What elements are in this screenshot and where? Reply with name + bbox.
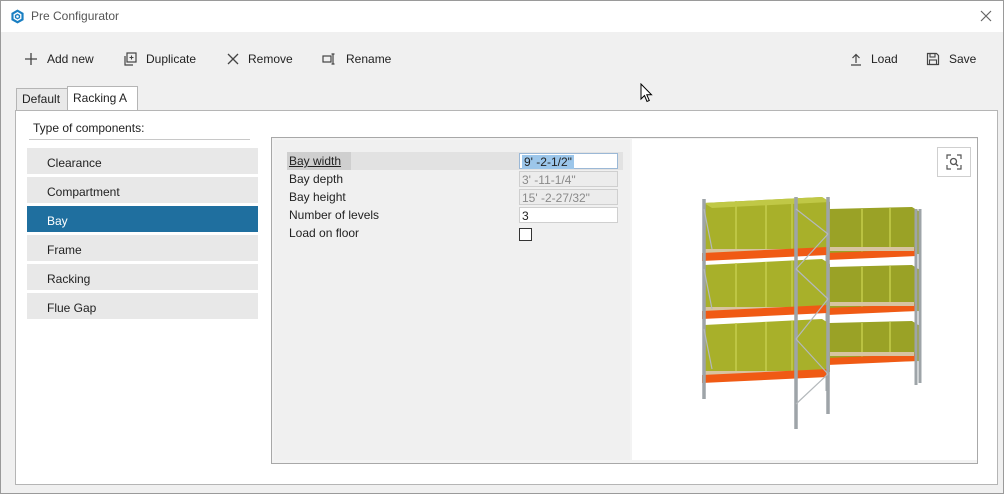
- pre-configurator-window: Pre Configurator Add new Duplicate Remov…: [0, 0, 1004, 494]
- load-on-floor-checkbox[interactable]: [519, 228, 532, 241]
- duplicate-icon: [124, 52, 137, 66]
- rename-icon: [322, 53, 335, 65]
- remove-button[interactable]: Remove: [227, 49, 293, 69]
- tab-racking-a[interactable]: Racking A: [67, 86, 138, 110]
- close-icon[interactable]: [977, 7, 995, 25]
- remove-label: Remove: [248, 52, 293, 66]
- rename-button[interactable]: Rename: [322, 49, 391, 69]
- load-button[interactable]: Load: [850, 49, 898, 69]
- x-icon: [227, 53, 239, 65]
- bay-depth-label: Bay depth: [289, 172, 344, 186]
- bay-height-input: 15' -2-27/32": [519, 189, 618, 205]
- duplicate-label: Duplicate: [146, 52, 197, 66]
- bay-depth-input: 3' -11-1/4": [519, 171, 618, 187]
- mouse-cursor-icon: [640, 83, 653, 103]
- front-bay-loads: [704, 197, 830, 375]
- property-row-load-on-floor: Load on floor: [287, 224, 623, 242]
- save-button[interactable]: Save: [926, 49, 976, 69]
- component-item-racking[interactable]: Racking: [27, 264, 258, 290]
- tab-racking-a-label: Racking A: [73, 91, 128, 105]
- component-item-clearance[interactable]: Clearance: [27, 148, 258, 174]
- property-row-bay-width: Bay width 9' -2-1/2": [287, 152, 623, 170]
- zoom-fit-icon: [946, 154, 962, 170]
- property-row-bay-depth: Bay depth 3' -11-1/4": [287, 170, 623, 188]
- save-label: Save: [949, 52, 977, 66]
- upload-icon: [851, 53, 861, 66]
- duplicate-button[interactable]: Duplicate: [123, 49, 196, 69]
- component-item-compartment[interactable]: Compartment: [27, 177, 258, 203]
- save-icon: [926, 52, 940, 66]
- bay-width-input[interactable]: 9' -2-1/2": [519, 153, 618, 169]
- app-hex-icon: [11, 9, 24, 24]
- window-title: Pre Configurator: [31, 9, 120, 23]
- load-on-floor-label: Load on floor: [289, 226, 360, 240]
- component-item-frame[interactable]: Frame: [27, 235, 258, 261]
- components-heading: Type of components:: [33, 121, 145, 135]
- number-of-levels-input[interactable]: 3: [519, 207, 618, 223]
- bay-width-value: 9' -2-1/2": [522, 155, 574, 169]
- rack-3d-illustration: [702, 197, 922, 429]
- component-item-flue-gap[interactable]: Flue Gap: [27, 293, 258, 319]
- load-label: Load: [871, 52, 898, 66]
- add-new-button[interactable]: Add new: [24, 49, 94, 69]
- number-of-levels-label: Number of levels: [289, 208, 380, 222]
- divider: [29, 139, 250, 140]
- property-row-bay-height: Bay height 15' -2-27/32": [287, 188, 623, 206]
- title-bar: Pre Configurator: [1, 1, 1003, 32]
- back-bay-loads: [829, 207, 920, 363]
- bay-width-label: Bay width: [289, 154, 342, 168]
- tab-default[interactable]: Default: [16, 88, 68, 110]
- component-item-bay[interactable]: Bay: [27, 206, 258, 232]
- tab-default-label: Default: [22, 92, 61, 106]
- bay-height-label: Bay height: [289, 190, 346, 204]
- zoom-fit-button[interactable]: [937, 147, 971, 177]
- rename-label: Rename: [346, 52, 392, 66]
- rack-3d-preview[interactable]: [632, 139, 977, 460]
- property-row-number-of-levels: Number of levels 3: [287, 206, 623, 224]
- plus-icon: [25, 53, 37, 65]
- add-new-label: Add new: [47, 52, 94, 66]
